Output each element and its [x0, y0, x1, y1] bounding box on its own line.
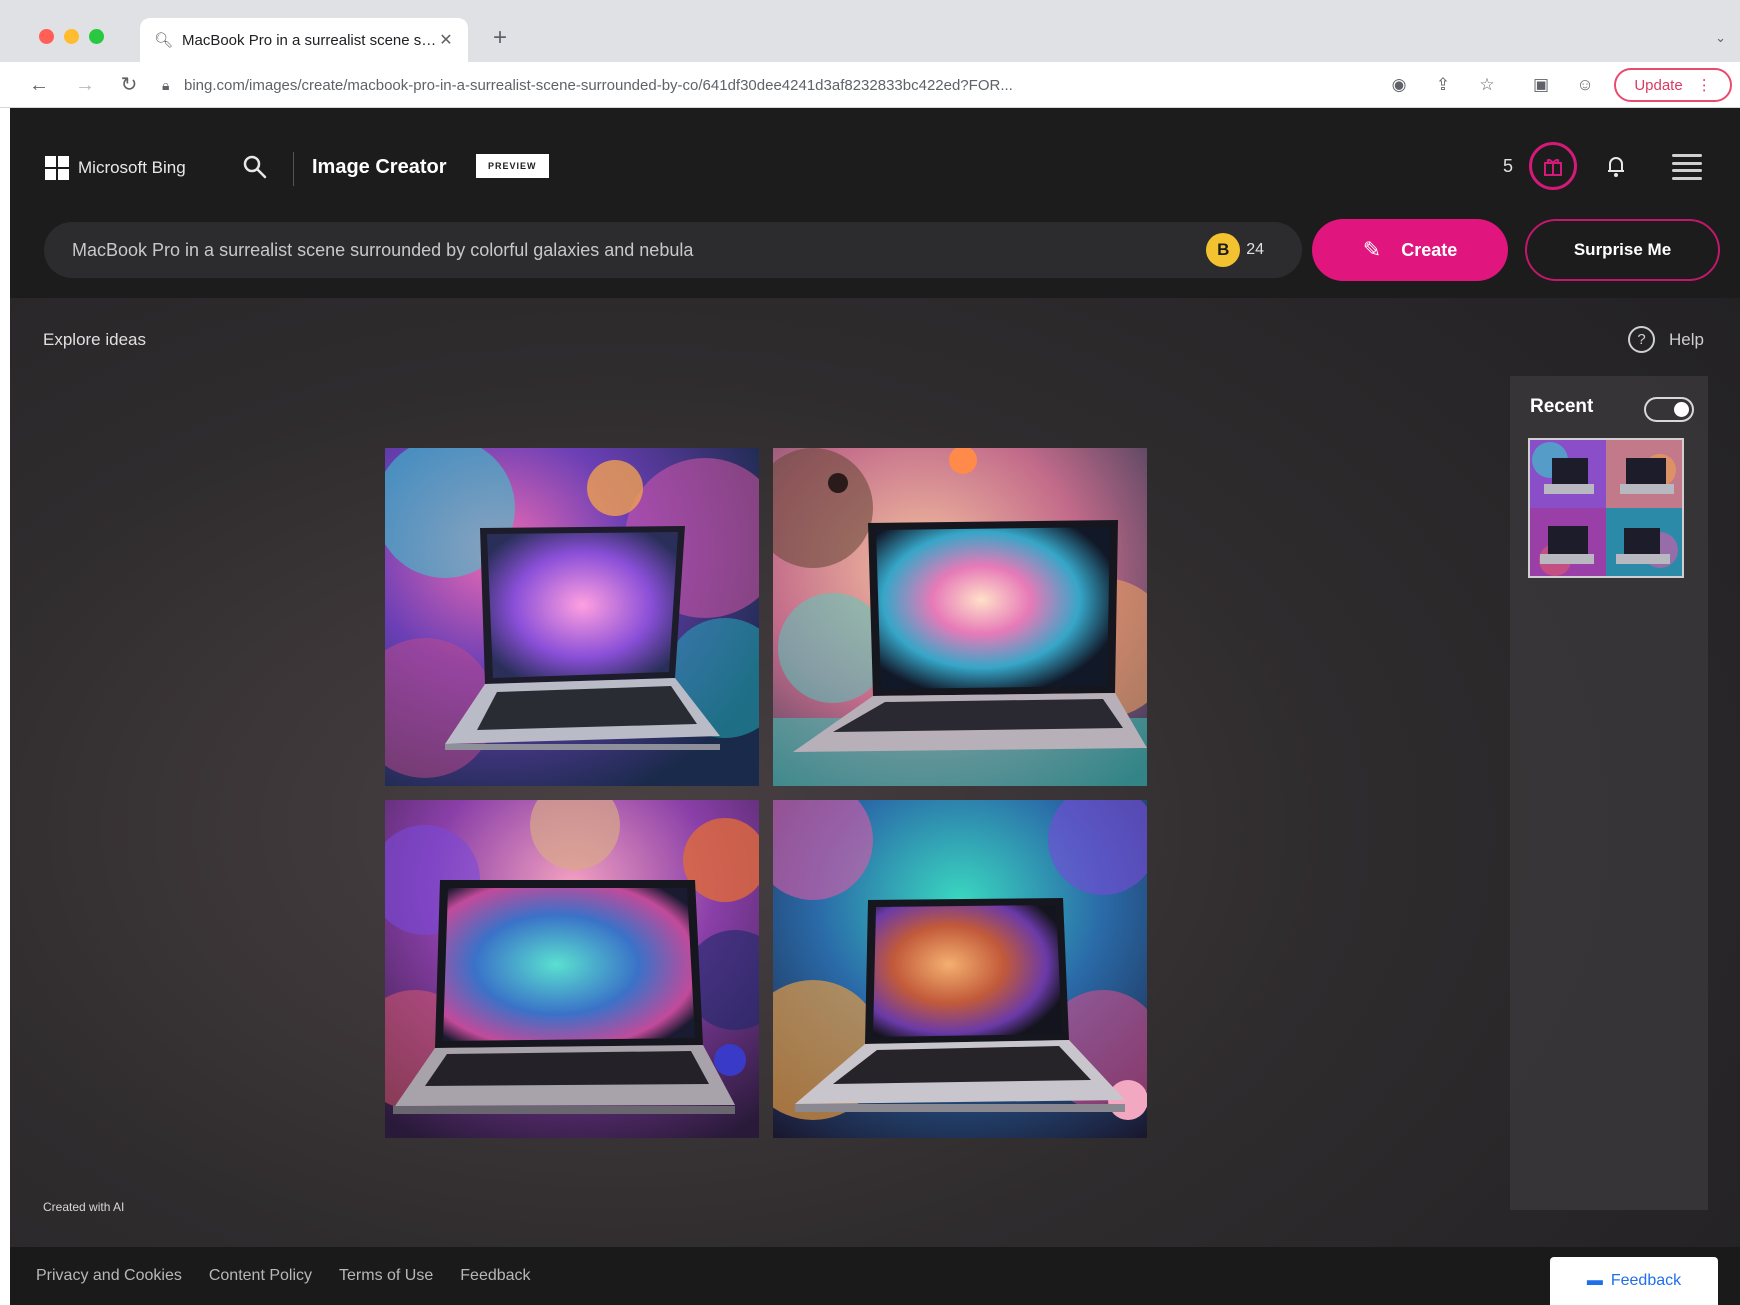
generated-image-3[interactable]	[385, 800, 759, 1138]
window-minimize-button[interactable]	[64, 29, 79, 44]
feedback-button[interactable]: ▬ Feedback	[1550, 1257, 1718, 1305]
generated-images-grid	[385, 448, 1160, 1148]
create-icon: ✎	[1362, 237, 1382, 262]
window-maximize-button[interactable]	[89, 29, 104, 44]
lock-icon: 🔒︎	[162, 76, 170, 93]
star-icon[interactable]: ☆	[1476, 74, 1498, 96]
chevron-down-icon[interactable]: ⌄	[1715, 30, 1726, 46]
back-arrow-icon[interactable]: ←	[26, 72, 52, 98]
rewards-icon[interactable]	[1529, 142, 1577, 190]
footer-link-feedback[interactable]: Feedback	[460, 1267, 530, 1285]
window-close-button[interactable]	[39, 29, 54, 44]
prompt-text: MacBook Pro in a surrealist scene surrou…	[72, 239, 694, 260]
created-with-ai-label: Created with AI	[43, 1200, 125, 1214]
search-icon[interactable]	[242, 154, 272, 184]
update-button[interactable]: Update ⋮	[1614, 68, 1732, 102]
new-tab-icon[interactable]: +	[488, 26, 512, 50]
help-label: Help	[1669, 329, 1704, 349]
reload-icon[interactable]: ↻	[116, 72, 142, 98]
app-title[interactable]: Image Creator	[312, 156, 447, 179]
recent-thumbnail[interactable]	[1528, 438, 1684, 578]
search-icon: 🔍︎	[154, 32, 174, 49]
footer-link-content-policy[interactable]: Content Policy	[209, 1267, 312, 1285]
boost-count: 24	[1246, 241, 1264, 258]
browser-tab-strip: 🔍︎ MacBook Pro in a surrealist scene sur…	[0, 0, 1740, 62]
recent-title: Recent	[1530, 396, 1594, 417]
preview-badge: PREVIEW	[476, 154, 549, 178]
boost-coin-icon: B	[1206, 233, 1241, 267]
bing-image-creator-page: Microsoft Bing Image Creator PREVIEW 5 M…	[10, 108, 1740, 1305]
notification-bell-icon[interactable]	[1602, 153, 1630, 181]
browser-toolbar: ← → ↻ 🔒︎ bing.com/images/create/macbook-…	[0, 62, 1740, 108]
page-footer: Privacy and Cookies Content Policy Terms…	[10, 1247, 1740, 1305]
recent-panel: Recent	[1510, 376, 1708, 1210]
create-label: Create	[1401, 239, 1458, 260]
microsoft-bing-logo[interactable]: Microsoft Bing	[45, 154, 186, 182]
toggle-knob	[1674, 402, 1689, 417]
update-label: Update	[1634, 76, 1683, 94]
feedback-icon: ▬	[1586, 1272, 1603, 1289]
boost-counter[interactable]: B 24	[1206, 233, 1264, 267]
address-bar[interactable]: 🔒︎ bing.com/images/create/macbook-pro-in…	[162, 69, 1378, 101]
footer-link-privacy[interactable]: Privacy and Cookies	[36, 1267, 182, 1285]
help-icon: ?	[1628, 326, 1655, 353]
forward-arrow-icon[interactable]: →	[72, 72, 98, 98]
brand-name: Microsoft Bing	[78, 158, 186, 177]
tab-title: MacBook Pro in a surrealist scene surrou…	[182, 31, 438, 49]
sidebar-icon[interactable]: ▣	[1530, 74, 1552, 96]
reward-count: 5	[1503, 156, 1514, 176]
screen: 🔍︎ MacBook Pro in a surrealist scene sur…	[0, 0, 1740, 1305]
eye-off-icon[interactable]: ◉	[1388, 74, 1410, 96]
kebab-menu-icon[interactable]: ⋮	[1697, 76, 1712, 94]
recent-toggle[interactable]	[1644, 397, 1694, 422]
surprise-me-button[interactable]: Surprise Me	[1525, 219, 1720, 281]
generated-image-1[interactable]	[385, 448, 759, 786]
feedback-label: Feedback	[1610, 1272, 1682, 1289]
microsoft-logo-icon	[45, 156, 69, 180]
prompt-input[interactable]: MacBook Pro in a surrealist scene surrou…	[44, 222, 1302, 278]
browser-tab[interactable]: 🔍︎ MacBook Pro in a surrealist scene sur…	[140, 18, 468, 62]
generated-image-2[interactable]	[773, 448, 1147, 786]
explore-ideas-link[interactable]: Explore ideas	[43, 330, 146, 350]
page-header: Microsoft Bing Image Creator PREVIEW 5 M…	[10, 108, 1740, 298]
close-tab-icon[interactable]: ✕	[438, 30, 454, 50]
create-button[interactable]: ✎ Create	[1312, 219, 1508, 281]
share-icon[interactable]: ⇪	[1432, 74, 1454, 96]
profile-icon[interactable]: ☺	[1574, 74, 1596, 96]
url-text: bing.com/images/create/macbook-pro-in-a-…	[184, 76, 1013, 94]
hamburger-menu-icon[interactable]	[1672, 154, 1702, 180]
footer-link-terms[interactable]: Terms of Use	[339, 1267, 433, 1285]
generated-image-4[interactable]	[773, 800, 1147, 1138]
help-link[interactable]: ? Help	[1628, 326, 1704, 353]
header-divider	[293, 152, 294, 186]
